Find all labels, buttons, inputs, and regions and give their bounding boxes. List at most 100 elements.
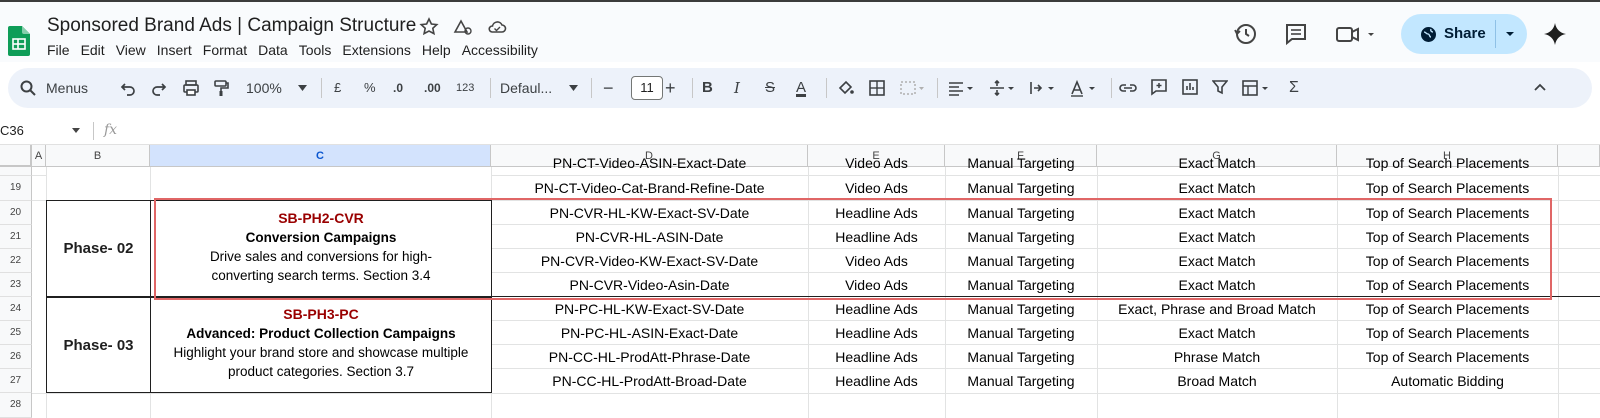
font-family-select[interactable]: Defaul... [500, 68, 552, 108]
fill-color-icon[interactable] [837, 79, 855, 97]
row-header-21[interactable]: 21 [0, 225, 32, 249]
document-title[interactable]: Sponsored Brand Ads | Campaign Structure [47, 15, 416, 37]
cloud-status-icon[interactable] [486, 16, 508, 38]
cell-placement[interactable]: Top of Search Placements [1337, 205, 1558, 221]
filter-icon[interactable] [1212, 79, 1228, 95]
increase-font-size-button[interactable]: + [665, 68, 676, 108]
text-color-button[interactable]: A [796, 68, 806, 108]
cell-campaign-name[interactable]: PN-CVR-HL-KW-Exact-SV-Date [491, 205, 808, 221]
comments-icon[interactable] [1283, 21, 1309, 47]
phase-description-block[interactable]: SB-PH2-CVR Conversion Campaigns Drive sa… [151, 209, 491, 285]
bold-button[interactable]: B [702, 68, 713, 108]
cell-placement[interactable]: Top of Search Placements [1337, 253, 1558, 269]
menu-format[interactable]: Format [203, 42, 247, 58]
phase-description-block[interactable]: SB-PH3-PC Advanced: Product Collection C… [151, 305, 491, 381]
row-header-18[interactable] [0, 167, 32, 176]
row-header-24[interactable]: 24 [0, 297, 32, 321]
more-formats-button[interactable]: 123 [456, 68, 474, 108]
column-header-c[interactable]: C [150, 145, 491, 167]
meet-video-icon[interactable] [1334, 21, 1378, 47]
name-box-dropdown-icon[interactable] [72, 128, 80, 133]
cell-match-type[interactable]: Exact Match [1097, 229, 1337, 245]
menu-view[interactable]: View [116, 42, 146, 58]
row-header-23[interactable]: 23 [0, 273, 32, 297]
menu-insert[interactable]: Insert [157, 42, 192, 58]
spreadsheet-grid[interactable]: A B C D E F G H 19 20 21 22 23 24 25 26 … [0, 145, 1600, 418]
cell-ad-type[interactable]: Video Ads [808, 277, 945, 293]
cell-targeting[interactable]: Manual Targeting [945, 277, 1097, 293]
cell-ad-type[interactable]: Headline Ads [808, 301, 945, 317]
cell-campaign-name[interactable]: PN-PC-HL-KW-Exact-SV-Date [491, 301, 808, 317]
menu-accessibility[interactable]: Accessibility [462, 42, 538, 58]
cell-placement[interactable]: Top of Search Placements [1337, 349, 1558, 365]
text-rotation-icon[interactable] [1069, 79, 1097, 97]
version-history-icon[interactable] [1233, 21, 1259, 47]
menu-file[interactable]: File [47, 42, 70, 58]
cell-targeting[interactable]: Manual Targeting [945, 373, 1097, 389]
cell-match-type[interactable]: Phrase Match [1097, 349, 1337, 365]
move-to-folder-icon[interactable] [452, 16, 474, 38]
share-dropdown-icon[interactable] [1505, 30, 1515, 38]
cell-match-type[interactable]: Exact Match [1097, 155, 1337, 171]
row-header-20[interactable]: 20 [0, 201, 32, 225]
cell-ad-type[interactable]: Headline Ads [808, 325, 945, 341]
menu-tools[interactable]: Tools [299, 42, 332, 58]
cell-placement[interactable]: Top of Search Placements [1337, 301, 1558, 317]
cell-ad-type[interactable]: Headline Ads [808, 373, 945, 389]
cell-placement[interactable]: Top of Search Placements [1337, 229, 1558, 245]
borders-icon[interactable] [868, 79, 886, 97]
cell-placement[interactable]: Top of Search Placements [1337, 277, 1558, 293]
cell-ad-type[interactable]: Video Ads [808, 180, 945, 196]
cell-placement[interactable]: Top of Search Placements [1337, 180, 1558, 196]
cell-ad-type[interactable]: Headline Ads [808, 205, 945, 221]
cell-targeting[interactable]: Manual Targeting [945, 253, 1097, 269]
menu-help[interactable]: Help [422, 42, 451, 58]
column-header-b[interactable]: B [46, 145, 150, 167]
cell-placement[interactable]: Automatic Bidding [1337, 373, 1558, 389]
insert-chart-icon[interactable] [1181, 78, 1199, 96]
cell-match-type[interactable]: Exact Match [1097, 325, 1337, 341]
cell-placement[interactable]: Top of Search Placements [1337, 325, 1558, 341]
cell-campaign-name[interactable]: PN-CVR-Video-KW-Exact-SV-Date [491, 253, 808, 269]
font-size-input[interactable]: 11 [631, 76, 663, 100]
cell-placement[interactable]: Top of Search Placements [1337, 155, 1558, 171]
menu-edit[interactable]: Edit [81, 42, 105, 58]
paint-format-icon[interactable] [213, 79, 229, 97]
cell-campaign-name[interactable]: PN-CT-Video-Cat-Brand-Refine-Date [491, 180, 808, 196]
cell-targeting[interactable]: Manual Targeting [945, 325, 1097, 341]
search-icon[interactable] [20, 80, 36, 96]
column-header-i[interactable] [1558, 145, 1600, 167]
cell-ad-type[interactable]: Video Ads [808, 155, 945, 171]
cell-targeting[interactable]: Manual Targeting [945, 155, 1097, 171]
print-icon[interactable] [182, 79, 200, 97]
star-icon[interactable] [418, 16, 440, 38]
gemini-spark-icon[interactable] [1542, 21, 1568, 47]
cell-targeting[interactable]: Manual Targeting [945, 301, 1097, 317]
increase-decimal-button[interactable]: .00 [424, 68, 441, 108]
currency-format-button[interactable]: £ [334, 68, 341, 108]
share-button[interactable]: Share [1401, 14, 1527, 54]
cell-campaign-name[interactable]: PN-CC-HL-ProdAtt-Phrase-Date [491, 349, 808, 365]
row-header-19[interactable]: 19 [0, 176, 32, 201]
cell-match-type[interactable]: Exact Match [1097, 205, 1337, 221]
row-header-22[interactable]: 22 [0, 249, 32, 273]
phase-label[interactable]: Phase- 03 [47, 337, 150, 354]
cell-match-type[interactable]: Exact Match [1097, 277, 1337, 293]
collapse-toolbar-icon[interactable] [1534, 83, 1546, 91]
menu-extensions[interactable]: Extensions [342, 42, 410, 58]
column-header-a[interactable]: A [32, 145, 46, 167]
row-header-26[interactable]: 26 [0, 345, 32, 369]
zoom-dropdown-icon[interactable] [298, 85, 307, 91]
cell-campaign-name[interactable]: PN-CC-HL-ProdAtt-Broad-Date [491, 373, 808, 389]
cell-targeting[interactable]: Manual Targeting [945, 229, 1097, 245]
font-dropdown-icon[interactable] [569, 85, 578, 91]
row-header-28[interactable]: 28 [0, 393, 32, 418]
strikethrough-button[interactable]: S [765, 68, 775, 108]
undo-icon[interactable] [120, 80, 136, 96]
menu-data[interactable]: Data [258, 42, 288, 58]
cell-match-type[interactable]: Exact, Phrase and Broad Match [1097, 301, 1337, 317]
redo-icon[interactable] [151, 80, 167, 96]
row-header-27[interactable]: 27 [0, 369, 32, 393]
filter-views-icon[interactable] [1241, 79, 1271, 97]
cell-match-type[interactable]: Exact Match [1097, 253, 1337, 269]
